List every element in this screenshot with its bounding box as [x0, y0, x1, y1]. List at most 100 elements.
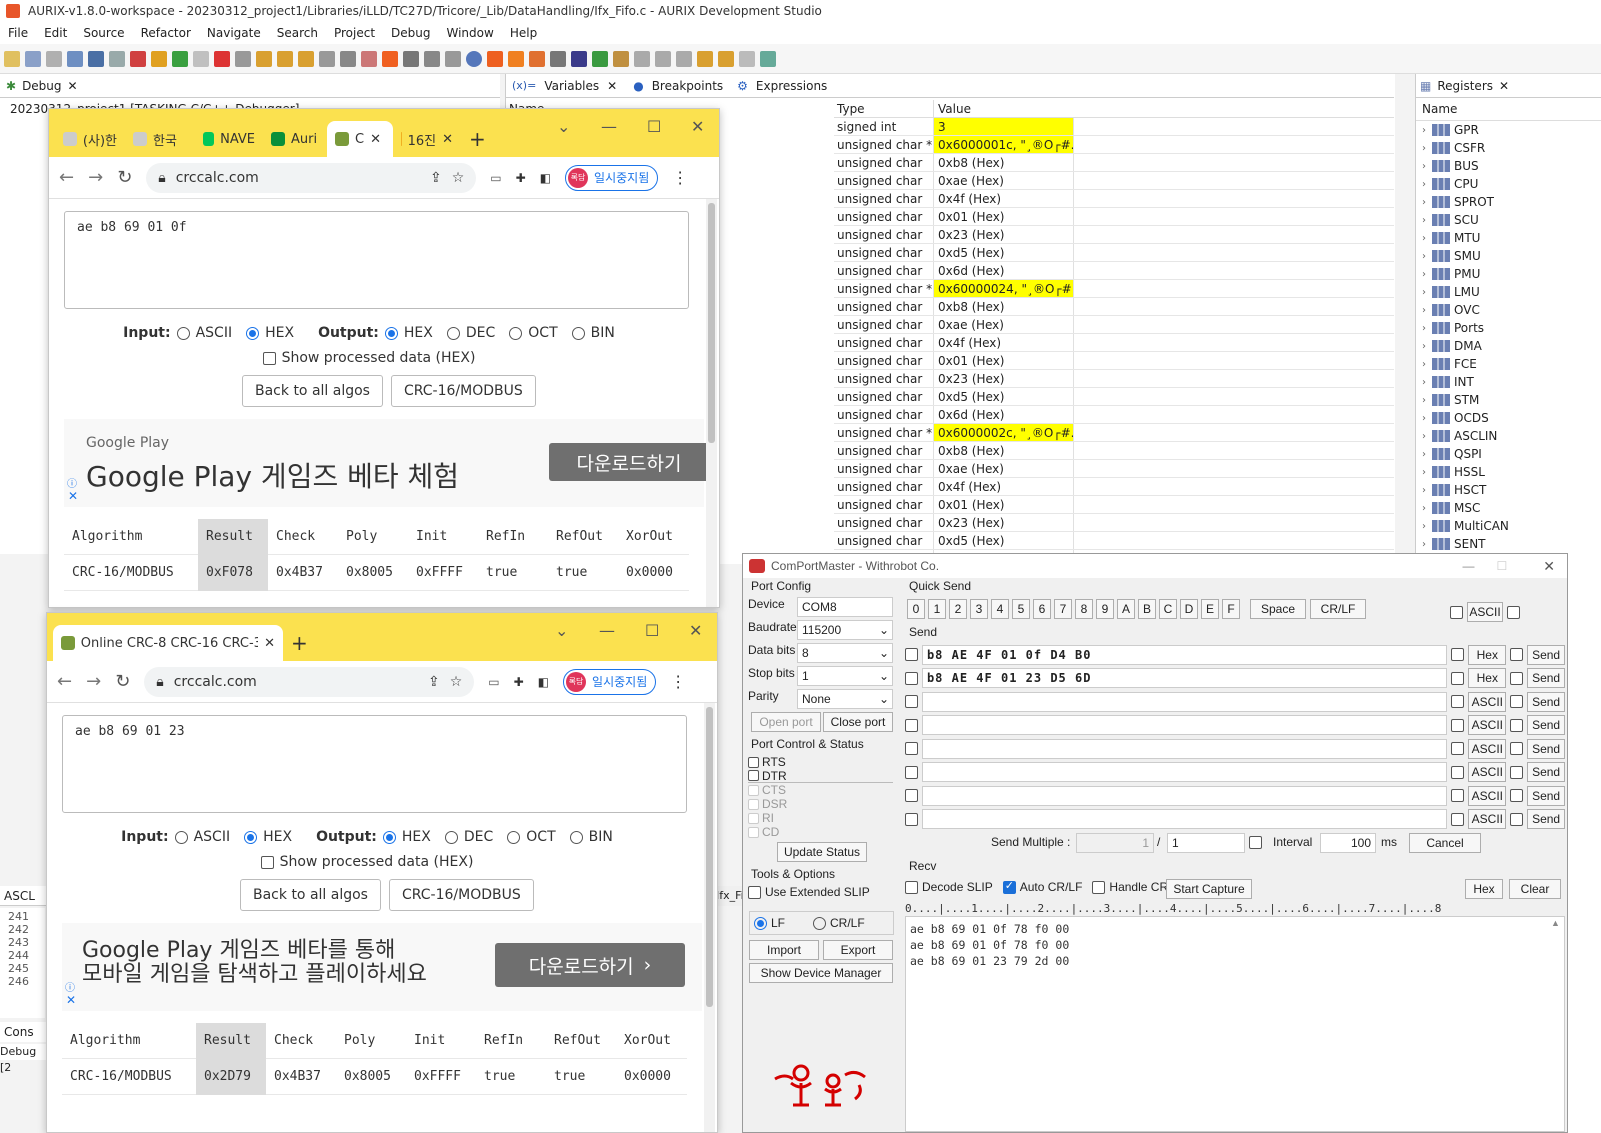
info-icon[interactable]: ⓘ [67, 475, 77, 490]
send-row-checkbox[interactable] [905, 648, 918, 662]
variable-value[interactable]: 0x6d (Hex) [934, 262, 1074, 279]
quick-key-d[interactable]: D [1180, 599, 1198, 619]
send-button[interactable]: Send [1527, 809, 1566, 830]
resume-icon[interactable] [151, 50, 167, 67]
output-hex-radio[interactable] [384, 326, 398, 340]
variable-value[interactable]: 3 [934, 118, 1074, 135]
chevron-right-icon[interactable]: › [1422, 485, 1432, 496]
extensions-icon[interactable]: ✚ [516, 171, 526, 185]
tools-icon[interactable] [613, 50, 629, 67]
quick-ascii-checkbox[interactable] [1450, 605, 1463, 619]
send-repeat-checkbox[interactable] [1510, 671, 1524, 685]
quick-key-4[interactable]: 4 [991, 599, 1009, 619]
register-group[interactable]: › STM [1416, 391, 1601, 409]
quick-key-3[interactable]: 3 [970, 599, 988, 619]
target-icon[interactable] [445, 50, 461, 67]
send-mode-button[interactable]: ASCII [1468, 738, 1507, 759]
recv-hex-button[interactable]: Hex [1465, 879, 1503, 899]
chevron-right-icon[interactable]: › [1422, 395, 1432, 406]
menu-search[interactable]: Search [269, 26, 326, 40]
variable-value[interactable]: 0xb8 (Hex) [934, 298, 1074, 315]
variable-value[interactable]: 0x23 (Hex) [934, 370, 1074, 387]
back-to-all-algos-button[interactable]: Back to all algos [240, 879, 381, 911]
run-icon[interactable] [172, 50, 188, 67]
send-mode-button[interactable]: Hex [1468, 644, 1507, 665]
input-hex-radio[interactable] [244, 830, 258, 844]
variable-value[interactable]: 0x60000024, "¸®O┌#... [934, 280, 1074, 297]
variable-value[interactable]: 0x4f (Hex) [934, 478, 1074, 495]
signal-checkbox[interactable] [748, 770, 759, 781]
tab-search-icon[interactable]: ⌄ [557, 117, 570, 136]
chevron-right-icon[interactable]: › [1422, 251, 1432, 262]
cast-icon[interactable]: ▭ [490, 171, 501, 185]
close-ad-icon[interactable]: ✕ [68, 489, 78, 503]
variable-row[interactable]: unsigned char0x6d (Hex) [834, 406, 1394, 424]
tab-search-icon[interactable]: ⌄ [555, 621, 568, 640]
build-icon[interactable] [67, 50, 83, 67]
send-button[interactable]: Send [1527, 715, 1566, 736]
register-group[interactable]: › PMU [1416, 265, 1601, 283]
send-repeat-checkbox[interactable] [1510, 695, 1524, 709]
send-mode-button[interactable]: ASCII [1468, 809, 1507, 830]
minimize-icon[interactable]: — [601, 117, 617, 136]
variable-row[interactable]: unsigned char 0x23 (Hex) [834, 370, 1394, 388]
minimize-icon[interactable]: — [1463, 559, 1475, 573]
decode-slip-checkbox[interactable] [905, 880, 918, 894]
variable-row[interactable]: unsigned char 0x23 (Hex) [834, 226, 1394, 244]
variable-row[interactable]: unsigned char * 0x60000024, "¸®O┌#... [834, 280, 1394, 298]
back-arrow-icon[interactable]: ← [57, 671, 72, 692]
console-tab[interactable]: Cons [0, 1022, 46, 1042]
variable-row[interactable]: unsigned char 0x01 (Hex) [834, 496, 1394, 514]
close-ad-icon[interactable]: ✕ [66, 993, 76, 1007]
update-status-button[interactable]: Update Status [777, 842, 867, 862]
step-into-icon[interactable] [256, 50, 272, 67]
send-data-field[interactable] [921, 785, 1448, 806]
launch-icon[interactable] [592, 50, 608, 67]
step-over-icon[interactable] [277, 50, 293, 67]
chevron-right-icon[interactable]: › [1422, 197, 1432, 208]
variable-row[interactable]: unsigned char 0xb8 (Hex) [834, 442, 1394, 460]
edit-icon[interactable] [634, 50, 650, 67]
google-play-ad[interactable]: Google Play Google Play 게임즈 베타 체험 다운로드하기… [64, 419, 709, 507]
variable-value[interactable]: 0xb8 (Hex) [934, 154, 1074, 171]
variable-row[interactable]: unsigned char 0x4f (Hex) [834, 334, 1394, 352]
variable-row[interactable]: unsigned char 0x01 (Hex) [834, 352, 1394, 370]
output-bin-radio[interactable] [569, 830, 583, 844]
browser1-url-field[interactable]: 🔒︎ crccalc.com ⇪ ☆ [146, 162, 477, 193]
annotation-icon[interactable] [655, 50, 671, 67]
chevron-right-icon[interactable]: › [1422, 521, 1432, 532]
variable-row[interactable]: unsigned char 0xd5 (Hex) [834, 388, 1394, 406]
output-hex-radio[interactable] [382, 830, 396, 844]
baudrate-select[interactable]: 115200 ⌄ [797, 620, 893, 640]
interval-field[interactable]: 100 [1320, 833, 1376, 853]
crlf-radio[interactable] [813, 916, 827, 930]
new-icon[interactable] [4, 50, 20, 67]
send-mode-button[interactable]: ASCII [1468, 691, 1507, 712]
forward-arrow-icon[interactable]: → [86, 671, 101, 692]
sidepanel-icon[interactable]: ◧ [540, 171, 551, 185]
send-mode-checkbox[interactable] [1451, 742, 1465, 756]
ad-download-button[interactable]: 다운로드하기 › [495, 943, 685, 987]
menu-debug[interactable]: Debug [383, 26, 438, 40]
quick-key-e[interactable]: E [1201, 599, 1219, 619]
share-icon[interactable]: ⇪ [428, 674, 440, 690]
send-multiple-total[interactable]: 1 [1167, 833, 1245, 853]
space-button[interactable]: Space [1250, 599, 1306, 619]
tab-expressions[interactable]: Expressions [756, 79, 827, 93]
variable-value[interactable]: 0xae (Hex) [934, 172, 1074, 189]
instruction-step-icon[interactable] [319, 50, 335, 67]
variable-row[interactable]: signed int 3 [834, 118, 1394, 136]
send-button[interactable]: Send [1527, 691, 1566, 712]
send-multiple-checkbox[interactable] [1249, 836, 1262, 849]
databits-select[interactable]: 8 ⌄ [797, 643, 893, 663]
chevron-right-icon[interactable]: › [1422, 161, 1432, 172]
variable-value[interactable]: 0xd5 (Hex) [934, 532, 1074, 549]
browser1-tab-1[interactable]: (사)한 [55, 121, 125, 157]
register-group[interactable]: › SENT [1416, 535, 1601, 553]
extensions-icon[interactable]: ✚ [514, 675, 524, 689]
forward-icon[interactable] [718, 50, 734, 67]
register-group[interactable]: › GPR [1416, 121, 1601, 139]
browser2-url-field[interactable]: 🔒︎ crccalc.com ⇪ ☆ [144, 666, 475, 697]
send-data-field[interactable] [921, 809, 1448, 830]
new-tab-button[interactable]: + [461, 121, 491, 157]
